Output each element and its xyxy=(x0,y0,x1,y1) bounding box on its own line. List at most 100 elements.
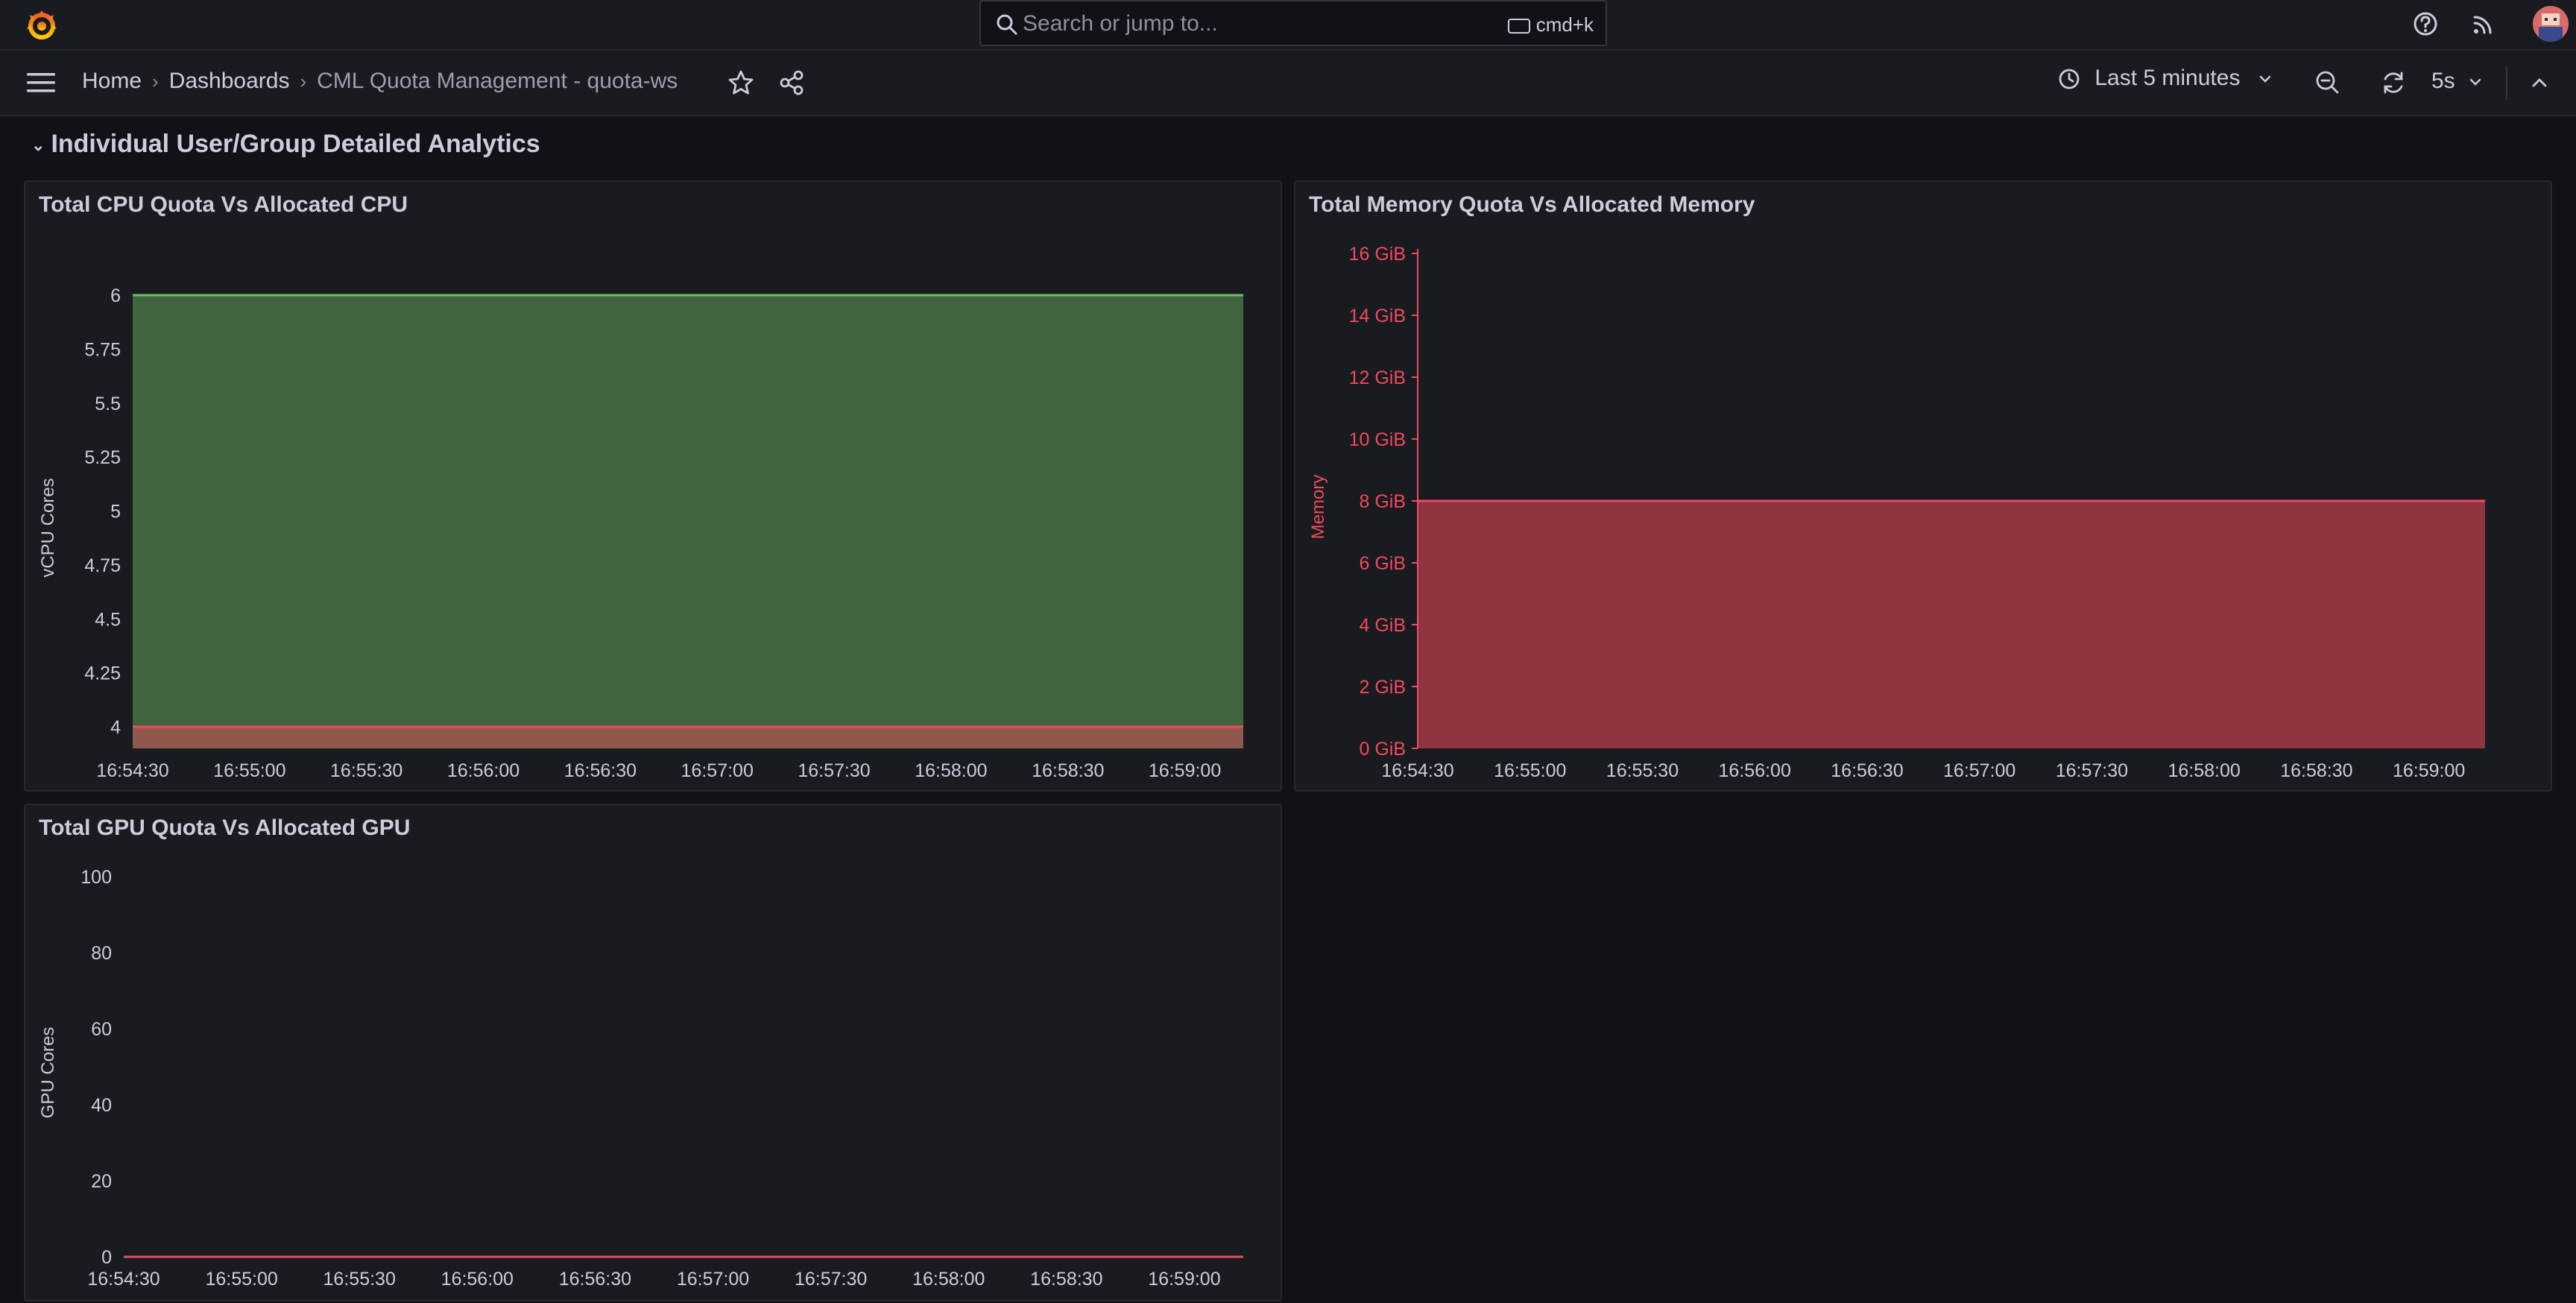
x-tick-label: 16:54:30 xyxy=(1381,760,1453,781)
star-icon[interactable] xyxy=(727,69,755,97)
chevron-down-icon: ⌄ xyxy=(31,136,45,155)
y-tick-label: 40 xyxy=(91,1095,112,1116)
refresh-icon[interactable] xyxy=(2379,69,2408,97)
y-tick-label: 20 xyxy=(91,1171,112,1192)
nav-bar: Home › Dashboards › CML Quota Management - q… xyxy=(0,51,2576,116)
x-tick-label: 16:56:00 xyxy=(447,760,520,781)
x-tick-label: 16:59:00 xyxy=(1148,1269,1220,1290)
time-range-picker[interactable]: Last 5 minutes xyxy=(2057,66,2273,100)
breadcrumb-home[interactable]: Home xyxy=(82,69,142,93)
search-shortcut: cmd+k xyxy=(1507,13,1594,37)
chevron-down-icon xyxy=(2469,78,2481,86)
y-tick-label: 4.75 xyxy=(84,555,121,576)
refresh-interval-label: 5s xyxy=(2431,69,2455,93)
x-tick-label: 16:56:30 xyxy=(559,1269,631,1290)
keyboard-icon xyxy=(1507,19,1530,34)
x-tick-label: 16:58:00 xyxy=(2168,760,2240,781)
series-area xyxy=(133,727,1243,748)
avatar-icon xyxy=(2533,6,2569,42)
series-area xyxy=(133,295,1243,748)
help-icon[interactable] xyxy=(2412,10,2439,37)
refresh-interval-picker[interactable]: 5s xyxy=(2431,69,2484,94)
cpu-chart: 4 4.25 4.5 4.75 5 5.25 5.5 5.75 6 16:54:30 16:55:0… xyxy=(38,285,1243,781)
y-tick-label: 6 xyxy=(110,285,121,306)
grafana-logo-icon[interactable] xyxy=(24,7,60,43)
x-tick-label: 16:54:30 xyxy=(96,760,168,781)
zoom-out-icon[interactable] xyxy=(2314,69,2342,97)
breadcrumb: Home › Dashboards › CML Quota Management - q… xyxy=(82,69,678,94)
chevron-up-icon[interactable] xyxy=(2525,69,2554,97)
row-title: Individual User/Group Detailed Analytics xyxy=(51,130,540,158)
y-tick-label: 12 GiB xyxy=(1349,367,1406,388)
x-tick-label: 16:57:00 xyxy=(1943,760,2015,781)
x-tick-label: 16:55:00 xyxy=(213,760,285,781)
y-tick-label: 5 xyxy=(110,502,121,523)
x-tick-label: 16:57:00 xyxy=(681,760,754,781)
breadcrumb-dashboards[interactable]: Dashboards xyxy=(169,69,290,93)
x-tick-label: 16:56:30 xyxy=(1831,760,1903,781)
y-tick-label: 6 GiB xyxy=(1359,553,1406,574)
y-tick-label: 0 GiB xyxy=(1359,739,1406,760)
x-tick-label: 16:57:30 xyxy=(2056,760,2128,781)
memory-chart: 0 GiB 2 GiB 4 GiB 6 GiB 8 GiB 10 GiB 12 GiB 14 … xyxy=(1308,244,2485,781)
y-tick-label: 4.25 xyxy=(84,663,121,684)
x-tick-label: 16:57:30 xyxy=(795,1269,867,1290)
x-tick-label: 16:55:30 xyxy=(330,760,402,781)
news-feed-icon[interactable] xyxy=(2470,10,2497,37)
toolbar-divider xyxy=(2506,67,2507,100)
chevron-right-icon: › xyxy=(152,70,159,92)
chevron-right-icon: › xyxy=(300,70,307,92)
y-axis-title: GPU Cores xyxy=(38,1027,58,1119)
y-tick-label: 4.5 xyxy=(95,609,121,630)
y-tick-label: 4 GiB xyxy=(1359,615,1406,636)
top-bar: Search or jump to... cmd+k xyxy=(0,0,2576,51)
y-tick-label: 80 xyxy=(91,943,112,964)
gpu-panel[interactable]: Total GPU Quota Vs Allocated GPU 0 20 40 60… xyxy=(24,804,1282,1302)
gpu-chart: 0 20 40 60 80 100 16:54:30 16:55:00 16:55:30 16:5… xyxy=(38,867,1243,1290)
x-tick-label: 16:58:30 xyxy=(1032,760,1104,781)
y-tick-label: 5.25 xyxy=(84,447,121,468)
y-tick-label: 0 xyxy=(101,1247,112,1268)
search-placeholder: Search or jump to... xyxy=(1023,11,1218,36)
x-tick-label: 16:55:00 xyxy=(205,1269,277,1290)
x-tick-label: 16:58:30 xyxy=(1030,1269,1102,1290)
y-tick-label: 2 GiB xyxy=(1359,677,1406,698)
y-tick-label: 5.75 xyxy=(84,339,121,360)
y-tick-label: 8 GiB xyxy=(1359,491,1406,512)
y-tick-label: 10 GiB xyxy=(1349,429,1406,450)
x-tick-label: 16:56:30 xyxy=(564,760,637,781)
user-avatar[interactable] xyxy=(2533,6,2569,42)
search-icon xyxy=(997,14,1017,35)
time-range-label: Last 5 minutes xyxy=(2094,66,2241,90)
clock-icon xyxy=(2059,69,2080,89)
x-tick-label: 16:55:30 xyxy=(323,1269,396,1290)
shortcut-label: cmd+k xyxy=(1535,13,1594,36)
y-tick-label: 100 xyxy=(80,867,112,888)
y-axis-title: Memory xyxy=(1308,475,1328,540)
search-bar[interactable]: Search or jump to... cmd+k xyxy=(979,0,1607,46)
breadcrumb-current-dashboard: CML Quota Management - quota-ws xyxy=(317,69,678,93)
x-tick-label: 16:59:00 xyxy=(1149,760,1221,781)
x-tick-label: 16:54:30 xyxy=(87,1269,160,1290)
y-tick-label: 5.5 xyxy=(95,394,121,414)
memory-panel[interactable]: Total Memory Quota Vs Allocated Memory 0… xyxy=(1294,180,2552,792)
y-tick-label: 60 xyxy=(91,1019,112,1040)
x-tick-label: 16:58:00 xyxy=(912,1269,985,1290)
y-axis-title: vCPU Cores xyxy=(38,478,58,577)
x-tick-label: 16:58:30 xyxy=(2280,760,2352,781)
row-header[interactable]: ⌄ Individual User/Group Detailed Analytic… xyxy=(31,130,540,159)
menu-icon[interactable] xyxy=(25,70,57,95)
cpu-panel[interactable]: Total CPU Quota Vs Allocated CPU 4 4.25 4.… xyxy=(24,180,1282,792)
series-area xyxy=(1418,501,2485,748)
share-icon[interactable] xyxy=(777,69,806,97)
chevron-down-icon xyxy=(2259,75,2271,83)
y-tick-label: 4 xyxy=(110,717,121,738)
x-tick-label: 16:55:00 xyxy=(1494,760,1566,781)
y-tick-label: 16 GiB xyxy=(1349,244,1406,265)
x-tick-label: 16:57:30 xyxy=(798,760,870,781)
x-tick-label: 16:56:00 xyxy=(441,1269,514,1290)
x-tick-label: 16:57:00 xyxy=(677,1269,749,1290)
x-tick-label: 16:59:00 xyxy=(2393,760,2465,781)
x-tick-label: 16:56:00 xyxy=(1719,760,1791,781)
x-tick-label: 16:58:00 xyxy=(915,760,987,781)
